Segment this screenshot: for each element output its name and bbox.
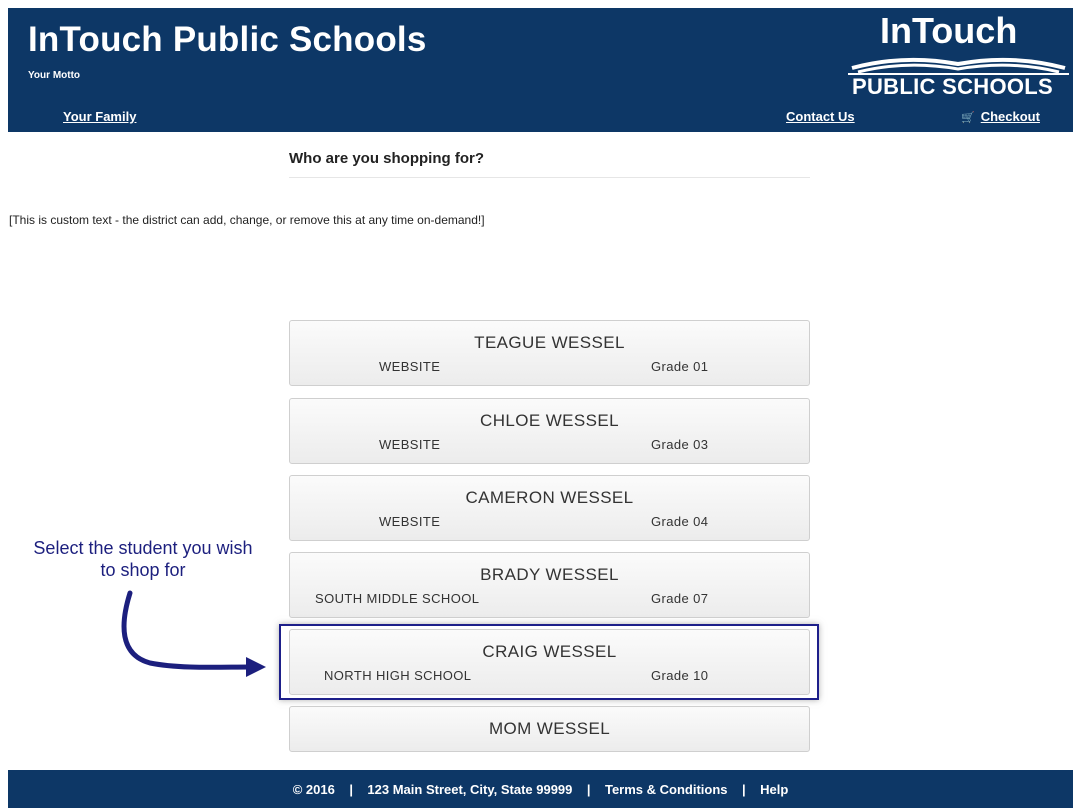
student-name: TEAGUE WESSEL xyxy=(474,333,625,352)
student-grade: Grade 03 xyxy=(651,437,709,452)
student-school: WEBSITE xyxy=(379,437,441,452)
footer-address: 123 Main Street, City, State 99999 xyxy=(367,782,573,797)
nav-checkout[interactable]: 🛒 Checkout xyxy=(961,109,1040,124)
top-border xyxy=(0,0,1081,8)
logo-wordmark: InTouch xyxy=(880,10,1018,51)
school-logo: InTouch PUBLIC SCHOOLS xyxy=(844,10,1073,102)
divider xyxy=(289,177,810,178)
student-name: CHLOE WESSEL xyxy=(480,411,619,430)
student-card-cameron[interactable]: CAMERON WESSEL WEBSITE Grade 04 xyxy=(289,475,810,541)
footer-help-link[interactable]: Help xyxy=(760,782,788,797)
logo-subtitle: PUBLIC SCHOOLS xyxy=(852,74,1053,99)
student-card-teague[interactable]: TEAGUE WESSEL WEBSITE Grade 01 xyxy=(289,320,810,386)
student-school: SOUTH MIDDLE SCHOOL xyxy=(315,591,480,606)
nav-your-family[interactable]: Your Family xyxy=(63,109,136,124)
site-header: InTouch Public Schools Your Motto InTouc… xyxy=(8,8,1073,132)
student-name: BRADY WESSEL xyxy=(480,565,619,584)
student-card-mom[interactable]: MOM WESSEL xyxy=(289,706,810,752)
student-card-brady[interactable]: BRADY WESSEL SOUTH MIDDLE SCHOOL Grade 0… xyxy=(289,552,810,618)
site-footer: © 2016 | 123 Main Street, City, State 99… xyxy=(8,770,1073,808)
site-motto: Your Motto xyxy=(28,70,81,81)
student-grade: Grade 07 xyxy=(651,591,709,606)
student-name: CAMERON WESSEL xyxy=(465,488,634,507)
arrow-icon xyxy=(121,590,266,677)
instruction-callout: Select the student you wish to shop for xyxy=(33,538,253,580)
student-name: MOM WESSEL xyxy=(488,719,611,738)
nav-contact-us[interactable]: Contact Us xyxy=(786,109,855,124)
footer-copyright: © 2016 xyxy=(292,782,335,797)
student-school: WEBSITE xyxy=(379,359,441,374)
nav-checkout-label: Checkout xyxy=(980,109,1040,124)
cart-icon: 🛒 xyxy=(961,112,975,124)
footer-terms-link[interactable]: Terms & Conditions xyxy=(605,782,728,797)
selection-highlight xyxy=(279,624,819,700)
student-card-chloe[interactable]: CHLOE WESSEL WEBSITE Grade 03 xyxy=(289,398,810,464)
custom-text: [This is custom text - the district can … xyxy=(9,213,485,227)
student-grade: Grade 01 xyxy=(651,359,709,374)
site-title: InTouch Public Schools xyxy=(28,20,427,59)
student-school: WEBSITE xyxy=(379,514,441,529)
page-question: Who are you shopping for? xyxy=(289,150,484,167)
book-icon xyxy=(848,57,1069,75)
footer-links: © 2016 | 123 Main Street, City, State 99… xyxy=(8,782,1073,797)
student-grade: Grade 04 xyxy=(651,514,709,529)
